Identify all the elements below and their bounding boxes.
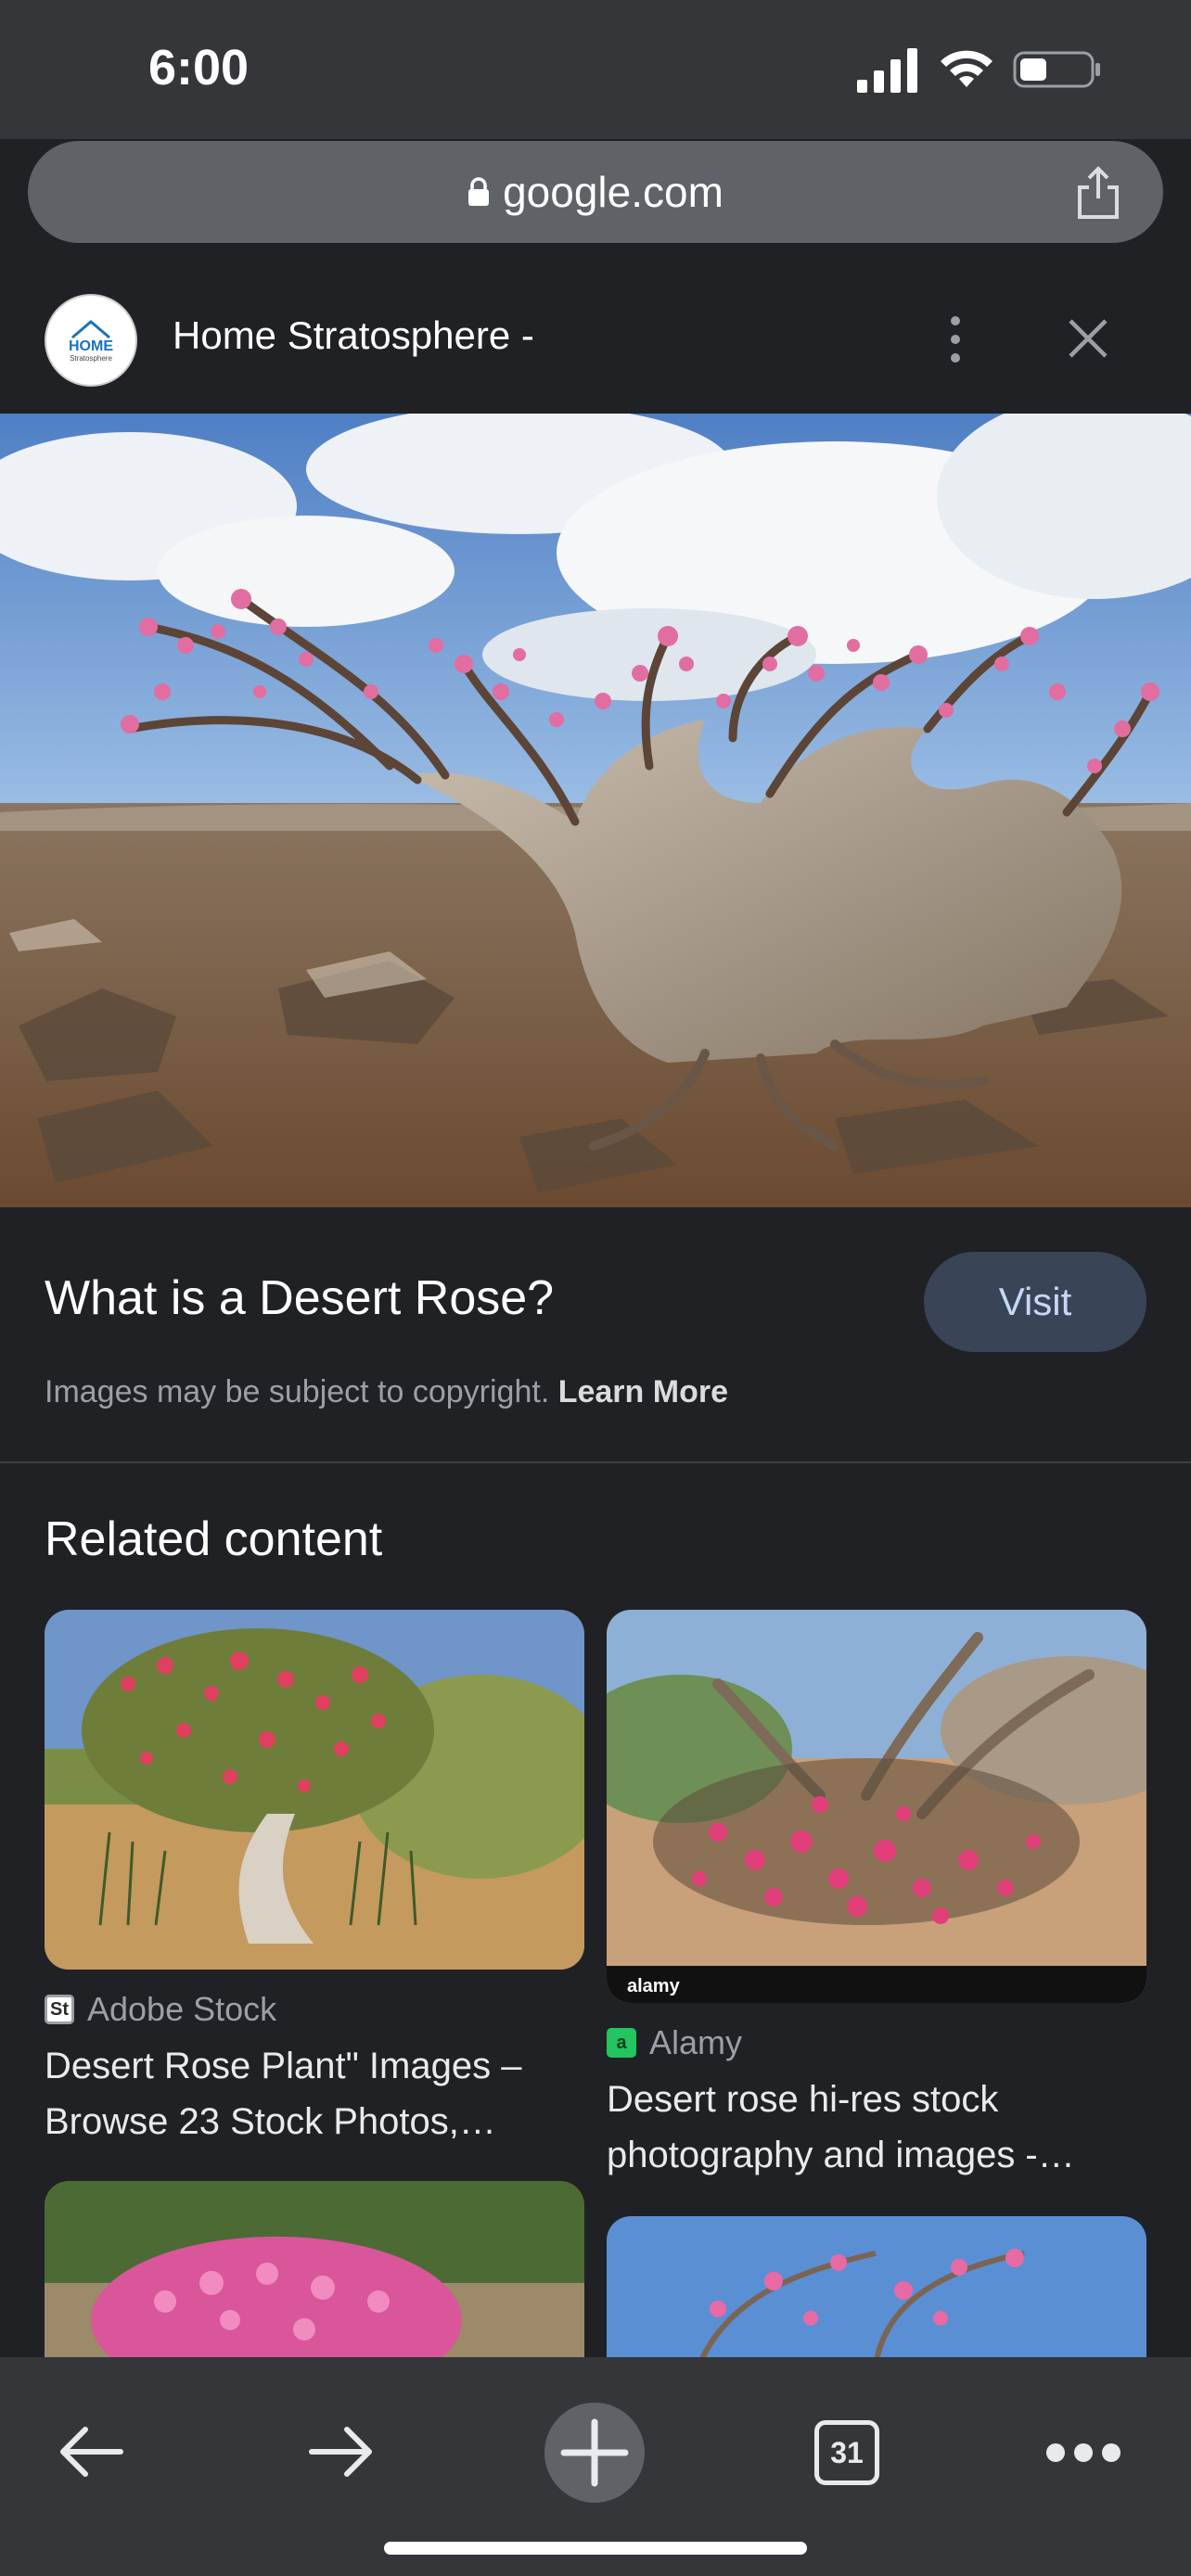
- related-item-3[interactable]: [45, 2181, 584, 2366]
- house-icon: [71, 319, 110, 338]
- logo-subtext: Stratosphere: [70, 353, 112, 363]
- visit-button[interactable]: Visit: [924, 1252, 1146, 1352]
- address-bar[interactable]: google.com: [28, 141, 1163, 243]
- signal-icon: [857, 48, 917, 93]
- main-image[interactable]: [0, 414, 1191, 1207]
- more-dots-icon[interactable]: [1044, 2439, 1122, 2467]
- logo-text: HOME: [69, 338, 113, 354]
- related-thumbnail[interactable]: [45, 2181, 584, 2366]
- status-bar: 6:00 google.com: [0, 0, 1191, 243]
- site-title[interactable]: Home Stratosphere -: [173, 313, 534, 358]
- source-header: HOME Stratosphere Home Stratosphere -: [0, 271, 1191, 414]
- share-icon[interactable]: [1074, 165, 1122, 221]
- copyright-notice: Images may be subject to copyright. Lear…: [45, 1374, 728, 1410]
- site-logo[interactable]: HOME Stratosphere: [45, 294, 137, 387]
- related-source: St Adobe Stock: [45, 1990, 276, 2029]
- tab-switcher-icon[interactable]: 31: [814, 2420, 879, 2485]
- status-time: 6:00: [148, 40, 250, 96]
- related-thumbnail[interactable]: [607, 2216, 1146, 2365]
- related-item-adobe[interactable]: St Adobe Stock Desert Rose Plant" Images…: [45, 1610, 584, 2142]
- tab-count: 31: [830, 2435, 864, 2469]
- image-details: What is a Desert Rose? Visit Images may …: [0, 1207, 1191, 1463]
- related-item-4[interactable]: [607, 2216, 1146, 2365]
- related-heading: Related content: [45, 1512, 383, 1566]
- related-title[interactable]: Desert rose hi-res stock photography and…: [607, 2072, 1145, 2183]
- back-arrow-icon[interactable]: [54, 2415, 128, 2489]
- more-vert-icon[interactable]: [937, 312, 974, 367]
- related-thumbnail[interactable]: alamy: [607, 1610, 1146, 2003]
- close-icon[interactable]: [1065, 315, 1111, 362]
- related-item-alamy[interactable]: alamy a Alamy Desert rose hi-res stock p…: [607, 1610, 1146, 2175]
- image-title: What is a Desert Rose?: [45, 1271, 555, 1325]
- related-source: a Alamy: [607, 2023, 742, 2062]
- forward-arrow-icon[interactable]: [304, 2415, 378, 2489]
- svg-text:alamy: alamy: [627, 1976, 681, 1996]
- learn-more-link[interactable]: Learn More: [558, 1374, 728, 1409]
- alamy-icon: a: [607, 2028, 636, 2058]
- url-text: google.com: [503, 168, 724, 216]
- section-divider: [0, 1461, 1191, 1463]
- related-title[interactable]: Desert Rose Plant" Images – Browse 23 St…: [45, 2038, 583, 2149]
- related-source-label: Adobe Stock: [87, 1990, 277, 2028]
- home-indicator[interactable]: [384, 2542, 807, 2555]
- copyright-text: Images may be subject to copyright.: [45, 1374, 550, 1409]
- battery-icon: [1013, 51, 1100, 88]
- related-thumbnail[interactable]: [45, 1610, 584, 1970]
- new-tab-plus-icon[interactable]: [544, 2402, 646, 2504]
- wifi-icon: [941, 50, 992, 87]
- adobe-stock-icon: St: [45, 1995, 74, 2024]
- related-source-label: Alamy: [649, 2023, 743, 2061]
- lock-icon: [468, 177, 490, 206]
